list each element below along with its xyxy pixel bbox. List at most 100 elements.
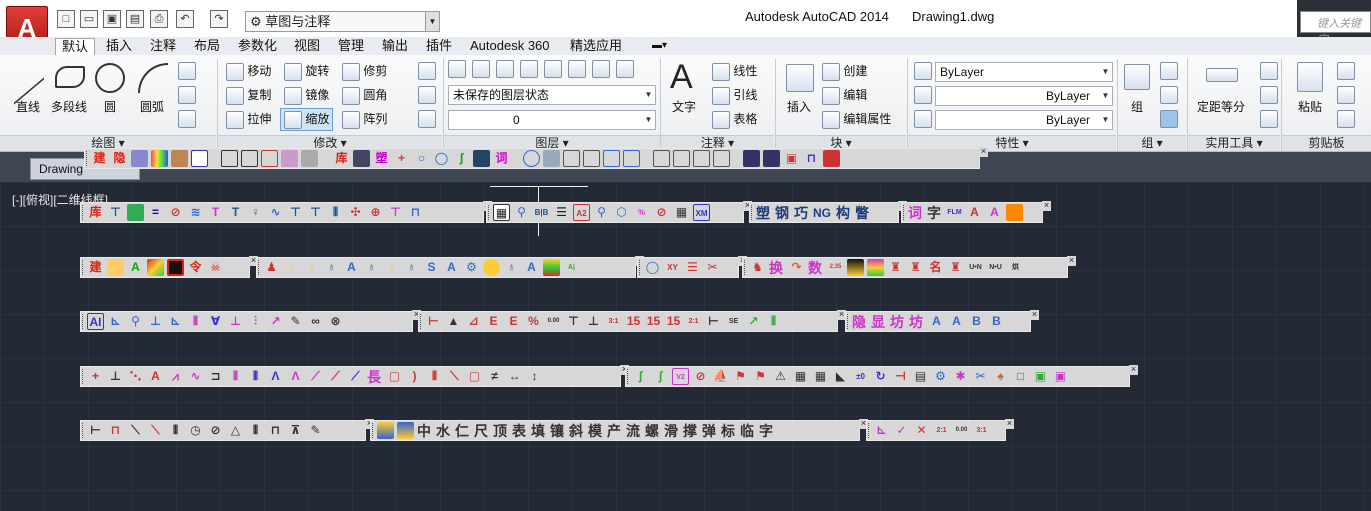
tool-icon[interactable]: □ — [1012, 368, 1029, 385]
tool-icon[interactable]: ) — [406, 368, 423, 385]
open-icon[interactable]: ▭ — [80, 10, 98, 28]
tool-icon[interactable]: ⩘ — [167, 368, 184, 385]
tool-icon[interactable] — [743, 150, 760, 167]
tool-icon[interactable]: 2:1 — [933, 422, 950, 439]
tool-icon[interactable]: ʃ — [453, 150, 470, 167]
tool-icon[interactable]: ✂ — [972, 368, 989, 385]
close-icon[interactable]: × — [1030, 310, 1039, 320]
ribbon-toggle-icon[interactable]: ▬▾ — [650, 38, 669, 55]
tool-icon[interactable]: ⫴ — [426, 368, 443, 385]
close-icon[interactable]: × — [1129, 365, 1138, 375]
tool-icon[interactable] — [543, 150, 560, 167]
erase-icon[interactable] — [418, 62, 436, 80]
tool-icon[interactable]: A — [948, 313, 965, 330]
text-tool[interactable]: 模 — [588, 421, 602, 441]
tool-icon[interactable]: ⫴ — [247, 422, 264, 439]
tool-icon[interactable]: 0.00 — [545, 313, 562, 330]
tool-icon[interactable]: ▣ — [783, 150, 800, 167]
linear-dim-button[interactable]: 线性 — [712, 62, 757, 81]
rotate-button[interactable]: 旋转 — [284, 62, 329, 81]
tool-icon[interactable]: ↔ — [506, 368, 523, 385]
line-button[interactable]: 直线 — [16, 98, 40, 115]
tool-icon[interactable]: E — [505, 313, 522, 330]
tool-icon[interactable] — [127, 204, 144, 221]
tool-icon[interactable]: 库 — [87, 204, 104, 221]
tool-icon[interactable]: ⊣ — [892, 368, 909, 385]
calculator-icon[interactable] — [1260, 110, 1278, 128]
quick-select-icon[interactable] — [1260, 62, 1278, 80]
lightbulb-icon[interactable]: ♁ — [283, 259, 300, 276]
lineweight-icon[interactable] — [914, 110, 932, 128]
tool-icon[interactable]: 3:1 — [973, 422, 990, 439]
text-tool[interactable]: 字 — [927, 203, 941, 223]
tool-icon[interactable]: ☰ — [553, 204, 570, 221]
tool-icon[interactable] — [131, 150, 148, 167]
search-icon[interactable]: ⚲ — [513, 204, 530, 221]
tool-icon[interactable]: 建 — [87, 259, 104, 276]
utilities-panel-title[interactable]: 实用工具 ▾ — [1188, 135, 1280, 151]
tool-icon[interactable]: A — [127, 259, 144, 276]
circle-button[interactable]: 圆 — [104, 98, 116, 115]
tool-icon[interactable] — [653, 150, 670, 167]
layer-state-dropdown[interactable]: 未保存的图层状态 ▼ — [448, 85, 656, 105]
tool-icon[interactable]: ⫴ — [765, 313, 782, 330]
tool-icon[interactable]: ⊾ — [873, 422, 890, 439]
layers-icon[interactable] — [107, 259, 124, 276]
paste-button[interactable]: 粘贴 — [1298, 98, 1322, 115]
tool-icon[interactable]: 15 — [645, 313, 662, 330]
tool-icon[interactable]: ⊘ — [692, 368, 709, 385]
print-icon[interactable]: ⎙ — [150, 10, 168, 28]
scale-button[interactable]: 缩放 — [280, 108, 334, 131]
tool-icon[interactable]: ⊥ — [107, 368, 124, 385]
toolbar-library-button[interactable]: 库 — [333, 150, 350, 167]
tool-icon[interactable]: ▤ — [912, 368, 929, 385]
leader-button[interactable]: 引线 — [712, 86, 757, 105]
tool-icon[interactable]: ♠ — [992, 368, 1009, 385]
edit-block-button[interactable]: 编辑 — [822, 86, 867, 105]
tool-icon[interactable]: ⊗ — [327, 313, 344, 330]
tool-icon[interactable]: ◯ — [644, 259, 661, 276]
tool-icon[interactable]: 烘 — [1007, 259, 1024, 276]
tool-icon[interactable] — [847, 259, 864, 276]
text-tool[interactable]: 顶 — [493, 421, 507, 441]
layer-isolate-icon[interactable] — [496, 60, 514, 78]
text-tool[interactable]: 产 — [607, 421, 621, 441]
copy-clip-icon[interactable] — [1337, 86, 1355, 104]
lineweight-dropdown[interactable]: ByLayer ▼ — [935, 110, 1113, 130]
text-tool[interactable]: 标 — [721, 421, 735, 441]
tool-icon[interactable]: ⊿ — [465, 313, 482, 330]
text-tool[interactable]: 斜 — [569, 421, 583, 441]
text-tool[interactable]: NG — [813, 206, 831, 220]
edit-attributes-button[interactable]: 编辑属性 — [822, 110, 891, 129]
save-icon[interactable]: ▣ — [1052, 368, 1069, 385]
tool-icon[interactable]: 令 — [187, 259, 204, 276]
tool-icon[interactable]: ⫴ — [227, 368, 244, 385]
tool-icon[interactable]: ♜ — [907, 259, 924, 276]
offset-icon[interactable] — [418, 110, 436, 128]
tool-icon[interactable] — [483, 259, 500, 276]
tool-icon[interactable]: ⚲ — [593, 204, 610, 221]
tool-icon[interactable]: ↻ — [872, 368, 889, 385]
tool-icon[interactable]: 2.35 — [827, 259, 844, 276]
tool-icon[interactable]: ☰ — [684, 259, 701, 276]
tool-icon[interactable]: ♞ — [749, 259, 766, 276]
tool-icon[interactable]: ⫴ — [247, 368, 264, 385]
text-tool[interactable]: 数 — [808, 258, 822, 278]
tool-icon[interactable] — [261, 150, 278, 167]
tool-icon[interactable]: ⊓ — [407, 204, 424, 221]
tool-icon[interactable]: + — [393, 150, 410, 167]
tool-icon[interactable]: ☠ — [207, 259, 224, 276]
tool-icon[interactable]: ⊢ — [87, 422, 104, 439]
tool-icon[interactable]: ±0 — [852, 368, 869, 385]
tool-icon[interactable]: ⫴ — [167, 422, 184, 439]
tool-icon[interactable] — [301, 150, 318, 167]
measure-button[interactable]: 定距等分 — [1197, 98, 1245, 115]
tool-icon[interactable]: ⊓ — [267, 422, 284, 439]
tool-icon[interactable]: ○ — [413, 150, 430, 167]
table-button[interactable]: 表格 — [712, 110, 757, 129]
tool-icon[interactable] — [693, 150, 710, 167]
new-icon[interactable]: □ — [57, 10, 75, 28]
insert-block-button[interactable]: 插入 — [787, 98, 811, 115]
tool-icon[interactable] — [241, 150, 258, 167]
tool-icon[interactable]: ✕ — [913, 422, 930, 439]
